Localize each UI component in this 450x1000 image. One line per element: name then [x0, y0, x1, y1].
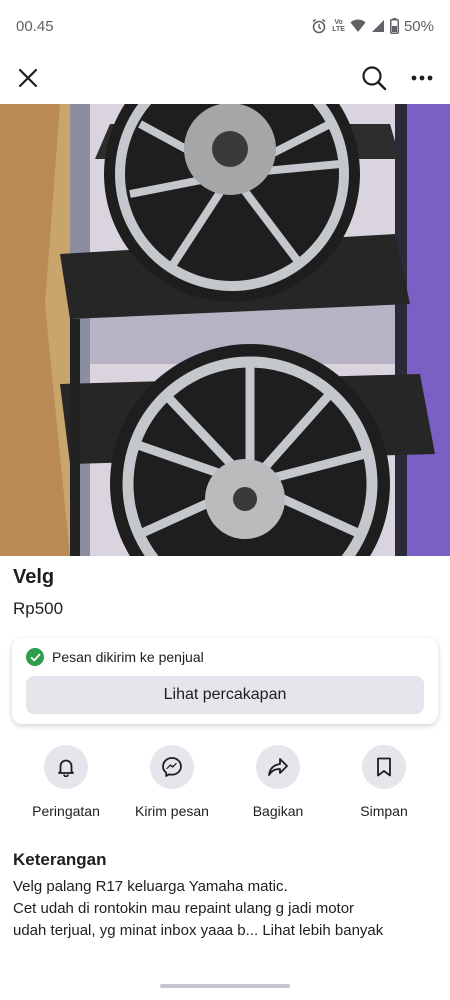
- close-button[interactable]: [12, 62, 44, 94]
- description-section: Keterangan Velg palang R17 keluarga Yama…: [13, 850, 443, 942]
- signal-icon: [371, 20, 384, 32]
- messenger-icon: [162, 757, 182, 777]
- close-icon: [18, 68, 38, 88]
- alarm-icon: [312, 18, 326, 34]
- share-button[interactable]: [256, 745, 300, 789]
- listing-title: Velg: [13, 566, 55, 588]
- description-body: Velg palang R17 keluarga Yamaha matic. C…: [13, 876, 443, 942]
- bookmark-icon: [377, 757, 391, 777]
- wheels-photo-illustration: [0, 104, 450, 556]
- send-message-button[interactable]: [150, 745, 194, 789]
- home-indicator[interactable]: [160, 984, 290, 988]
- alert-action[interactable]: Peringatan: [13, 745, 119, 819]
- more-options-button[interactable]: [406, 62, 438, 94]
- search-button[interactable]: [358, 62, 390, 94]
- check-circle-icon: [26, 648, 44, 666]
- view-conversation-button[interactable]: Lihat percakapan: [26, 676, 424, 714]
- sent-status: Pesan dikirim ke penjual: [26, 646, 424, 668]
- sent-text: Pesan dikirim ke penjual: [52, 649, 204, 665]
- send-message-action[interactable]: Kirim pesan: [119, 745, 225, 819]
- battery-level: 50%: [403, 17, 434, 35]
- status-time: 00.45: [16, 17, 54, 35]
- alert-button[interactable]: [44, 745, 88, 789]
- lte-indicator: Vo LTE: [332, 19, 345, 33]
- status-bar: 00.45 Vo LTE 50%: [0, 0, 450, 52]
- see-more-link[interactable]: Lihat lebih banyak: [262, 922, 383, 939]
- description-line: Velg palang R17 keluarga Yamaha matic.: [13, 878, 288, 895]
- listing-price: Rp500: [13, 599, 64, 618]
- description-line: Cet udah di rontokin mau repaint ulang g…: [13, 900, 355, 917]
- wifi-icon: [350, 19, 366, 32]
- save-action[interactable]: Simpan: [331, 745, 437, 819]
- share-label: Bagikan: [252, 803, 304, 819]
- action-row: Peringatan Kirim pesan Bagikan Simpan: [0, 745, 450, 819]
- save-button[interactable]: [362, 745, 406, 789]
- battery-icon: [389, 18, 399, 34]
- share-icon: [268, 758, 288, 776]
- search-icon: [362, 66, 387, 91]
- bell-icon: [58, 759, 74, 777]
- message-sent-card: Pesan dikirim ke penjual Lihat percakapa…: [12, 638, 438, 724]
- description-heading: Keterangan: [13, 850, 107, 869]
- share-action[interactable]: Bagikan: [225, 745, 331, 819]
- listing-info: Velg Rp500: [13, 566, 63, 619]
- status-icons: Vo LTE 50%: [311, 18, 434, 35]
- more-icon: [411, 75, 433, 81]
- alert-label: Peringatan: [32, 803, 100, 819]
- description-line: udah terjual, yg minat inbox yaaa b... L…: [13, 922, 384, 939]
- save-label: Simpan: [360, 803, 408, 819]
- send-message-label: Kirim pesan: [135, 803, 209, 819]
- top-nav: [0, 52, 450, 104]
- listing-photo[interactable]: [0, 104, 450, 556]
